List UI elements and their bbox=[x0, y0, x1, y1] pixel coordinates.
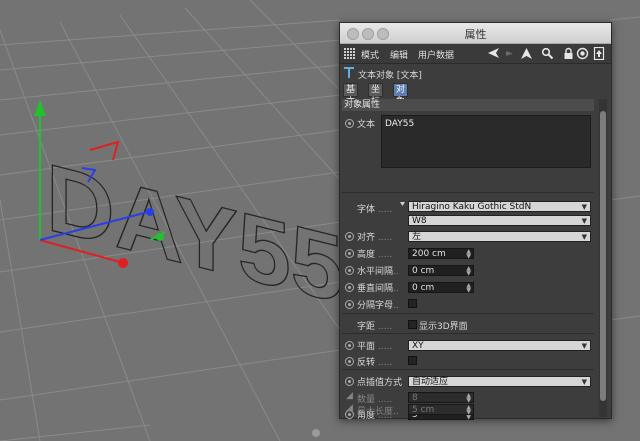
h-spacing-label: 水平间隔.. bbox=[357, 267, 399, 277]
arrow-up-icon[interactable] bbox=[520, 47, 533, 60]
text-object-icon bbox=[344, 67, 354, 78]
lock-icon[interactable] bbox=[562, 47, 575, 60]
height-anim-radio[interactable] bbox=[345, 249, 354, 258]
menu-user-data[interactable]: 用户数据 bbox=[418, 48, 454, 61]
bottom-indicator bbox=[312, 429, 320, 437]
align-dropdown[interactable]: 左 ▼ bbox=[408, 231, 591, 242]
window-titlebar: 属性 bbox=[340, 23, 611, 44]
menu-mode[interactable]: 模式 bbox=[361, 48, 379, 61]
reverse-label: 反转 ..... bbox=[357, 358, 393, 368]
grid-menu-icon[interactable] bbox=[344, 48, 355, 59]
text-anim-radio[interactable] bbox=[345, 119, 354, 128]
v-spacing-label: 垂直间隔.. bbox=[357, 284, 399, 294]
count-param-icon: ◢ bbox=[346, 391, 353, 401]
menubar: 模式 编辑 用户数据 bbox=[340, 44, 611, 64]
align-anim-radio[interactable] bbox=[345, 232, 354, 241]
align-label: 对齐 ..... bbox=[357, 233, 393, 243]
divider bbox=[342, 369, 594, 370]
scrollbar-thumb[interactable] bbox=[600, 111, 606, 401]
interp-dropdown[interactable]: 自动适应 ▼ bbox=[408, 376, 591, 387]
separate-anim-radio[interactable] bbox=[345, 300, 354, 309]
arrow-left-icon[interactable] bbox=[487, 47, 500, 60]
max-length-param-icon: ◢ bbox=[346, 403, 353, 413]
arrow-mid-icon[interactable] bbox=[503, 47, 516, 60]
divider bbox=[342, 192, 594, 193]
tab-coordinates[interactable]: 坐标 bbox=[368, 83, 384, 107]
show-3d-interface-label: 显示3D界面 bbox=[419, 322, 468, 332]
font-label: 字体 ..... bbox=[357, 205, 393, 215]
search-icon[interactable] bbox=[541, 47, 554, 60]
reverse-checkbox[interactable] bbox=[408, 356, 417, 365]
interp-label: 点插值方式 bbox=[357, 378, 403, 388]
properties-content: 对象属性 文本 DAY55 字体 ..... Hiragino Kaku Got… bbox=[342, 99, 597, 421]
attributes-panel: 属性 模式 编辑 用户数据 文本对象 [文本] 基本 坐标 对象 bbox=[339, 22, 612, 421]
plane-dropdown[interactable]: XY ▼ bbox=[408, 340, 591, 351]
window-title: 属性 bbox=[464, 28, 487, 41]
font-weight-dropdown[interactable]: W8 ▼ bbox=[408, 215, 591, 226]
h-spacing-input[interactable]: 0 cm ▲ ▼ bbox=[408, 265, 474, 277]
object-label: 文本对象 [文本] bbox=[358, 71, 422, 81]
separate-label: 分隔字母.. bbox=[357, 301, 399, 311]
new-panel-icon[interactable] bbox=[593, 47, 606, 60]
plane-label: 平面 ..... bbox=[357, 342, 393, 352]
font-family-dropdown[interactable]: Hiragino Kaku Gothic StdN ▼ bbox=[408, 201, 591, 212]
max-length-input: 5 cm ▲ ▼ bbox=[408, 404, 474, 416]
tab-basic[interactable]: 基本 bbox=[343, 83, 359, 107]
divider bbox=[342, 313, 594, 314]
text-input[interactable]: DAY55 bbox=[381, 115, 591, 168]
separate-checkbox[interactable] bbox=[408, 299, 417, 308]
divider bbox=[342, 333, 594, 334]
object-header: 文本对象 [文本] bbox=[340, 64, 611, 81]
target-icon[interactable] bbox=[576, 47, 589, 60]
font-menu-arrow-icon[interactable] bbox=[400, 202, 405, 207]
max-length-label: 最大长度.. bbox=[357, 407, 399, 417]
section-header: 对象属性 bbox=[342, 99, 594, 111]
v-spacing-anim-radio[interactable] bbox=[345, 283, 354, 292]
text-label: 文本 bbox=[357, 120, 376, 130]
reverse-anim-radio[interactable] bbox=[345, 357, 354, 366]
interp-anim-radio[interactable] bbox=[345, 377, 354, 386]
menu-edit[interactable]: 编辑 bbox=[390, 48, 408, 61]
v-spacing-input[interactable]: 0 cm ▲ ▼ bbox=[408, 282, 474, 294]
plane-anim-radio[interactable] bbox=[345, 341, 354, 350]
tab-object[interactable]: 对象 bbox=[393, 83, 409, 107]
h-spacing-anim-radio[interactable] bbox=[345, 266, 354, 275]
count-input: 8 ▲ ▼ bbox=[408, 392, 474, 404]
properties-scrollbar[interactable] bbox=[599, 99, 607, 417]
show-3d-interface-checkbox[interactable] bbox=[408, 320, 417, 329]
height-label: 高度 ..... bbox=[357, 250, 393, 260]
kerning-label: 字距 ..... bbox=[357, 322, 393, 332]
height-input[interactable]: 200 cm ▲ ▼ bbox=[408, 248, 474, 260]
